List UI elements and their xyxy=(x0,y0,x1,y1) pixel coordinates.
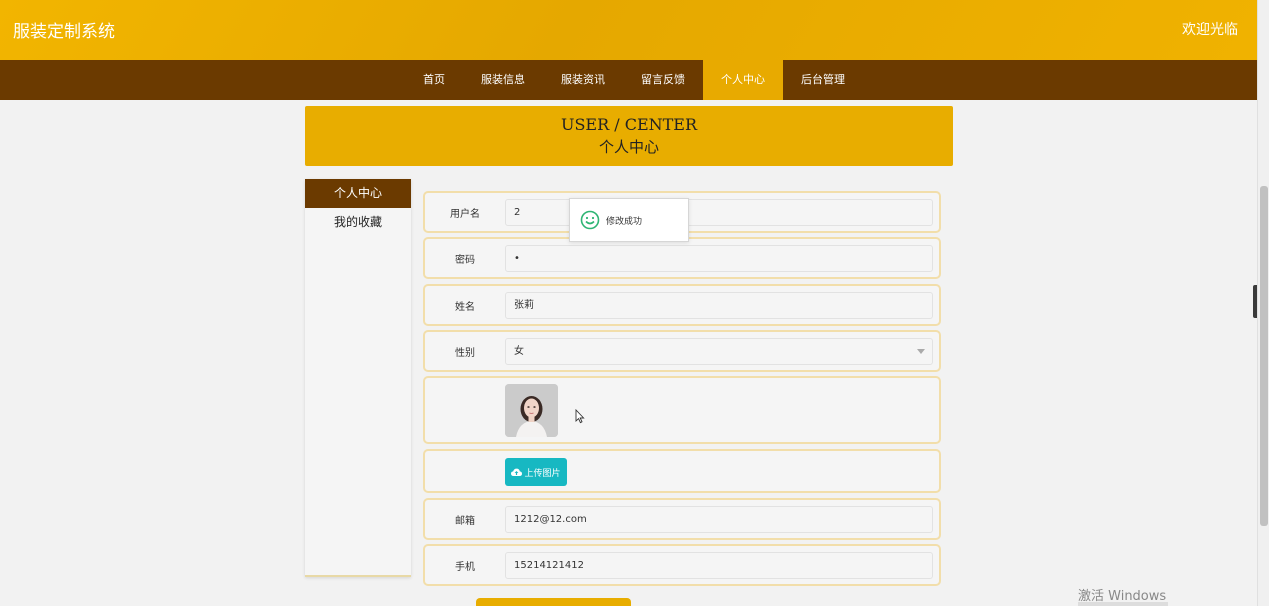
mouse-cursor-icon xyxy=(575,409,585,424)
nav-clothing-news[interactable]: 服装资讯 xyxy=(543,60,623,100)
gender-label: 性别 xyxy=(455,348,475,359)
cloud-upload-icon xyxy=(511,468,523,476)
side-item-user-center[interactable]: 个人中心 xyxy=(305,179,411,208)
main-nav: 首页 服装信息 服装资讯 留言反馈 个人中心 后台管理 xyxy=(0,60,1257,100)
email-label: 邮箱 xyxy=(455,516,475,527)
username-label: 用户名 xyxy=(450,209,480,220)
phone-label: 手机 xyxy=(455,562,475,573)
page-title-banner: USER / CENTER 个人中心 xyxy=(305,106,953,166)
form-row-email: 邮箱 1212@12.com xyxy=(423,498,941,540)
smile-icon xyxy=(580,210,600,230)
top-header: 服装定制系统 欢迎光临 xyxy=(0,0,1257,60)
form-row-name: 姓名 张莉 xyxy=(423,284,941,326)
page-title-en: USER / CENTER xyxy=(560,115,698,134)
page-scrollbar[interactable] xyxy=(1257,0,1269,606)
avatar xyxy=(505,384,558,437)
chevron-down-icon xyxy=(917,349,925,354)
nav-clothing-info[interactable]: 服装信息 xyxy=(463,60,543,100)
nav-user-center[interactable]: 个人中心 xyxy=(703,60,783,100)
phone-input[interactable]: 15214121412 xyxy=(505,552,933,579)
password-label: 密码 xyxy=(455,255,475,266)
form-row-phone: 手机 15214121412 xyxy=(423,544,941,586)
gender-select[interactable]: 女 xyxy=(505,338,933,365)
form-row-gender: 性别 女 xyxy=(423,330,941,372)
password-input[interactable]: • xyxy=(505,245,933,272)
email-input[interactable]: 1212@12.com xyxy=(505,506,933,533)
nav-feedback[interactable]: 留言反馈 xyxy=(623,60,703,100)
side-menu: 个人中心 我的收藏 xyxy=(305,179,411,577)
gender-value: 女 xyxy=(514,346,524,357)
toast-message: 修改成功 xyxy=(606,216,643,227)
success-toast: 修改成功 xyxy=(569,198,689,242)
submit-button[interactable] xyxy=(476,598,631,606)
site-title: 服装定制系统 xyxy=(13,22,115,42)
nav-home[interactable]: 首页 xyxy=(405,60,463,100)
form-row-password: 密码 • xyxy=(423,237,941,279)
watermark-subtext xyxy=(1078,602,1168,606)
name-label: 姓名 xyxy=(455,302,475,313)
scrollbar-thumb[interactable] xyxy=(1260,186,1268,526)
upload-image-button[interactable]: 上传图片 xyxy=(505,458,567,486)
name-input[interactable]: 张莉 xyxy=(505,292,933,319)
welcome-text: 欢迎光临 xyxy=(1182,22,1238,38)
form-row-avatar xyxy=(423,376,941,444)
side-item-favorites[interactable]: 我的收藏 xyxy=(305,208,411,237)
upload-label: 上传图片 xyxy=(524,468,561,479)
form-row-upload: 上传图片 xyxy=(423,449,941,493)
nav-admin[interactable]: 后台管理 xyxy=(783,60,863,100)
page-title-cn: 个人中心 xyxy=(598,138,659,156)
